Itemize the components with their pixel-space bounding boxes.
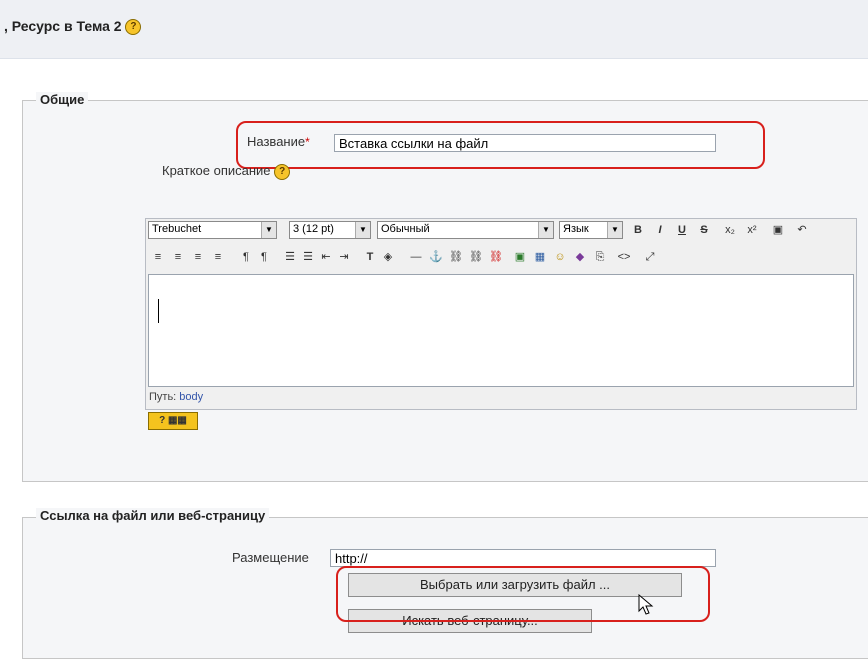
size-select-value: 3 (12 pt)	[293, 223, 334, 235]
summary-help-icon[interactable]: ?	[274, 163, 291, 180]
path-body-link[interactable]: body	[179, 391, 203, 403]
strikethrough-button[interactable]: S	[696, 222, 712, 238]
superscript-button[interactable]: x²	[744, 222, 760, 238]
name-highlight	[236, 121, 765, 169]
special-char-button[interactable]: ◆	[572, 249, 588, 265]
font-select[interactable]: Trebuchet ▼	[148, 221, 277, 239]
html-source-button[interactable]: <>	[616, 249, 632, 265]
editor-path-bar: Путь: body	[149, 391, 203, 403]
background-color-button[interactable]: ◈	[380, 249, 396, 265]
align-center-button[interactable]: ≡	[170, 249, 186, 265]
chevron-down-icon: ▼	[607, 222, 622, 238]
page-title: , Ресурс в Тема 2 ?	[4, 18, 142, 36]
format-select[interactable]: Обычный ▼	[377, 221, 554, 239]
ordered-list-button[interactable]: ☰	[282, 249, 298, 265]
underline-button[interactable]: U	[674, 222, 690, 238]
link-button[interactable]: ⛓	[448, 249, 464, 265]
summary-label: Краткое описание ?	[162, 163, 291, 180]
html-editor: Trebuchet ▼ 3 (12 pt) ▼ Обычный ▼ Язык ▼…	[145, 218, 857, 410]
general-legend: Общие	[36, 92, 89, 107]
page-header: , Ресурс в Тема 2 ?	[0, 0, 868, 59]
insert-image-button[interactable]: ▣	[512, 249, 528, 265]
justify-button[interactable]: ≡	[210, 249, 226, 265]
smiley-button[interactable]: ☺	[552, 249, 568, 265]
path-label: Путь:	[149, 391, 177, 403]
text-caret	[158, 299, 159, 323]
anchor-button[interactable]: ⚓	[428, 249, 444, 265]
page-title-text: , Ресурс в Тема 2	[4, 18, 122, 34]
chevron-down-icon: ▼	[538, 222, 553, 238]
bold-button[interactable]: B	[630, 222, 646, 238]
chevron-down-icon: ▼	[261, 222, 276, 238]
editor-text-area[interactable]	[148, 274, 854, 387]
language-select[interactable]: Язык ▼	[559, 221, 623, 239]
keyboard-help-icon[interactable]: ? ▦▦	[148, 412, 198, 430]
text-color-button[interactable]: T	[362, 249, 378, 265]
fullscreen-button[interactable]: ⤢	[642, 249, 658, 265]
language-select-value: Язык	[563, 223, 589, 235]
format-select-value: Обычный	[381, 223, 430, 235]
summary-label-text: Краткое описание	[162, 163, 271, 178]
location-label: Размещение	[232, 550, 309, 565]
subscript-button[interactable]: x₂	[722, 222, 738, 238]
undo-button[interactable]: ↶	[794, 222, 810, 238]
toolbar-row-1: B I U S x₂ x² ▣ ↶	[630, 222, 854, 238]
unlink-button[interactable]: ⛓	[468, 249, 484, 265]
rtl-button[interactable]: ¶	[256, 249, 272, 265]
horizontal-rule-button[interactable]: —	[408, 249, 424, 265]
mouse-cursor-icon	[638, 594, 654, 615]
nolink-button[interactable]: ⛓	[488, 249, 504, 265]
insert-table-button[interactable]: ▦	[532, 249, 548, 265]
italic-button[interactable]: I	[652, 222, 668, 238]
link-legend: Ссылка на файл или веб-страницу	[36, 508, 270, 523]
location-input[interactable]	[330, 549, 716, 567]
keyboard-help-text: ?	[159, 415, 166, 426]
chevron-down-icon: ▼	[355, 222, 370, 238]
align-left-button[interactable]: ≡	[150, 249, 166, 265]
font-select-value: Trebuchet	[152, 223, 202, 235]
ltr-button[interactable]: ¶	[238, 249, 254, 265]
unordered-list-button[interactable]: ☰	[300, 249, 316, 265]
size-select[interactable]: 3 (12 pt) ▼	[289, 221, 371, 239]
search-replace-button[interactable]: ⎘	[592, 249, 608, 265]
indent-button[interactable]: ⇥	[336, 249, 352, 265]
help-icon[interactable]: ?	[125, 19, 142, 36]
toolbar-row-2: ≡ ≡ ≡ ≡ ¶ ¶ ☰ ☰ ⇤ ⇥ T ◈ — ⚓ ⛓ ⛓ ⛓ ▣ ▦ ☺ …	[150, 249, 850, 265]
outdent-button[interactable]: ⇤	[318, 249, 334, 265]
clean-word-button[interactable]: ▣	[770, 222, 786, 238]
align-right-button[interactable]: ≡	[190, 249, 206, 265]
